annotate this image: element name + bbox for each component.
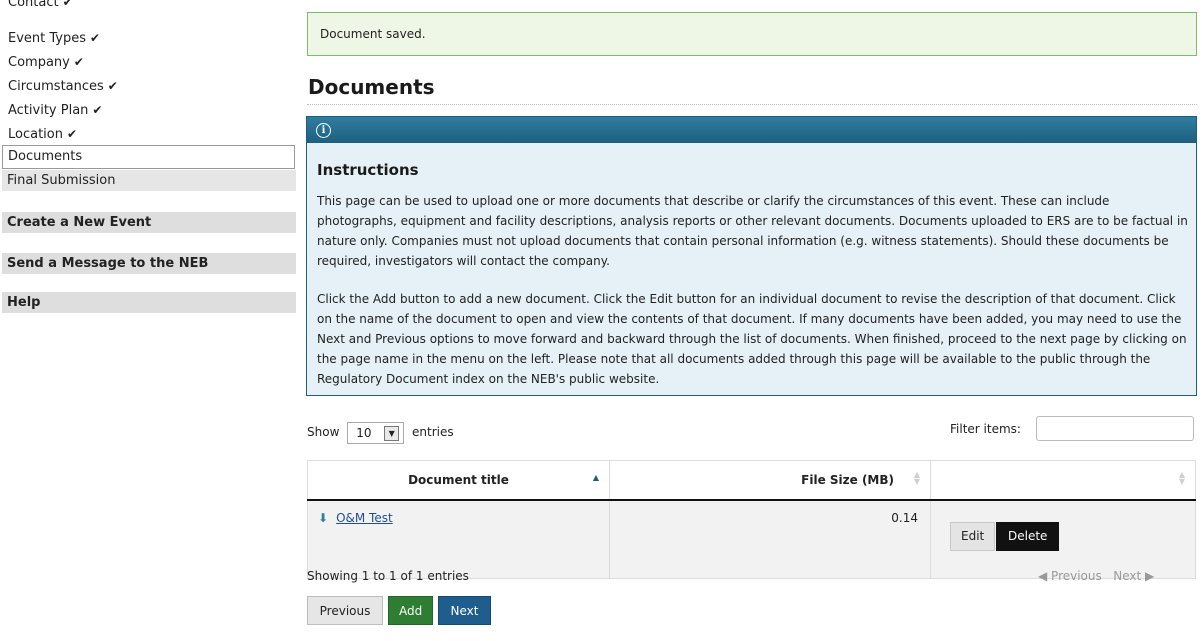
show-label: Show [307,425,340,439]
nav-label: Company [8,55,70,70]
send-message-link[interactable]: Send a Message to the NEB [2,253,296,274]
nav-label: Location [8,127,63,142]
title-divider [307,104,1197,105]
column-label: Document title [408,473,509,487]
nav-item-documents[interactable]: Documents [2,145,295,169]
check-icon: ✔ [73,55,84,69]
check-icon: ✔ [90,31,101,45]
instructions-header-bar: i [307,117,1196,143]
pagination: ◀ Previous Next ▶ [1038,569,1154,583]
info-icon: i [316,123,331,138]
nav-item-activity-plan[interactable]: Activity Plan ✔ [0,98,102,122]
nav-item-contact[interactable]: Contact ✔ [0,0,73,14]
next-button[interactable]: Next [438,596,491,625]
instructions-panel: i Instructions This page can be used to … [306,116,1197,396]
entries-select[interactable]: 10 ▼ [347,421,405,444]
nav-label: Contact [8,0,59,10]
nav-item-circumstances[interactable]: Circumstances ✔ [0,74,118,98]
nav-item-final-submission[interactable]: Final Submission [2,170,296,191]
instructions-paragraph: This page can be used to upload one or m… [317,194,1188,268]
documents-table: Document title ▲ File Size (MB) ▲ ▼ ▲ ▼ ⬇ O… [307,460,1196,579]
chevron-down-icon[interactable]: ▼ [384,425,400,441]
alert-message: Document saved. [320,27,426,41]
column-header-document-title[interactable]: Document title ▲ [307,460,610,501]
entries-length-control: Show 10 ▼ entries [307,420,454,444]
success-alert: Document saved. [307,12,1197,56]
nav-label: Activity Plan [8,103,89,118]
edit-button[interactable]: Edit [950,522,996,551]
nav-label: Final Submission [7,173,116,188]
entries-value: 10 [356,425,372,440]
download-icon[interactable]: ⬇ [318,511,328,525]
check-icon: ✔ [107,79,118,93]
pagination-next[interactable]: Next ▶ [1113,569,1154,583]
table-info: Showing 1 to 1 of 1 entries [307,569,469,583]
column-header-file-size[interactable]: File Size (MB) ▲ ▼ [609,460,931,501]
sort-ascending-icon: ▲ [592,473,599,482]
add-button[interactable]: Add [388,596,433,625]
nav-item-event-types[interactable]: Event Types ✔ [0,26,100,50]
filter-label: Filter items: [950,422,1021,436]
filter-input[interactable] [1036,416,1194,441]
sort-both-icon: ▲ ▼ [913,470,920,486]
table-row: ⬇ O&M Test 0.14 Edit Delete [307,499,1196,579]
file-size-cell: 0.14 [609,499,931,579]
pagination-previous[interactable]: ◀ Previous [1038,569,1102,583]
instructions-paragraph: Click the Add button to add a new docume… [317,292,1187,386]
check-icon: ✔ [66,127,78,141]
document-title-cell: ⬇ O&M Test [307,499,610,579]
nav-label: Circumstances [8,79,104,94]
help-link[interactable]: Help [2,292,296,313]
nav-label: Documents [8,149,83,164]
table-header-row: Document title ▲ File Size (MB) ▲ ▼ ▲ ▼ [307,460,1196,501]
instructions-heading: Instructions [317,161,419,179]
page-title: Documents [308,75,435,99]
previous-button[interactable]: Previous [307,596,383,625]
create-new-event-link[interactable]: Create a New Event [2,212,296,233]
actions-cell: Edit Delete [930,499,1196,579]
document-link[interactable]: O&M Test [336,511,393,525]
entries-label: entries [412,425,454,439]
column-label: File Size (MB) [801,473,894,487]
check-icon: ✔ [62,0,73,9]
nav-label: Event Types [8,31,87,46]
column-header-actions[interactable]: ▲ ▼ [930,460,1196,501]
sort-both-icon: ▲ ▼ [1178,470,1185,486]
check-icon: ✔ [92,103,103,117]
delete-button[interactable]: Delete [996,522,1060,551]
nav-item-company[interactable]: Company ✔ [0,50,84,74]
nav-item-location[interactable]: Location ✔ [0,122,77,146]
